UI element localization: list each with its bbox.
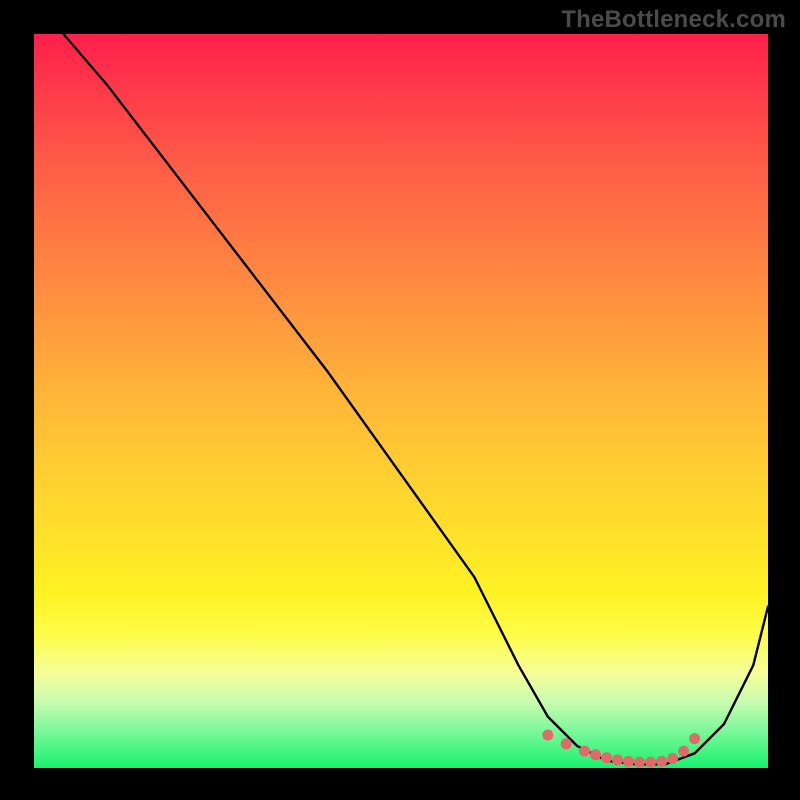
valley-dot bbox=[667, 753, 678, 764]
watermark-text: TheBottleneck.com bbox=[561, 6, 786, 34]
valley-dot bbox=[645, 757, 656, 768]
chart-frame: TheBottleneck.com bbox=[0, 0, 800, 800]
plot-area bbox=[34, 34, 768, 768]
valley-dot bbox=[612, 754, 623, 765]
valley-dot bbox=[590, 749, 601, 760]
valley-dot bbox=[678, 746, 689, 757]
valley-dot bbox=[656, 756, 667, 767]
valley-dot bbox=[601, 752, 612, 763]
bottleneck-curve bbox=[63, 34, 768, 764]
valley-dot bbox=[579, 746, 590, 757]
curve-layer bbox=[34, 34, 768, 768]
valley-dot bbox=[561, 738, 572, 749]
valley-dot bbox=[623, 756, 634, 767]
valley-dot bbox=[542, 730, 553, 741]
valley-dot bbox=[634, 757, 645, 768]
valley-dot bbox=[689, 733, 700, 744]
